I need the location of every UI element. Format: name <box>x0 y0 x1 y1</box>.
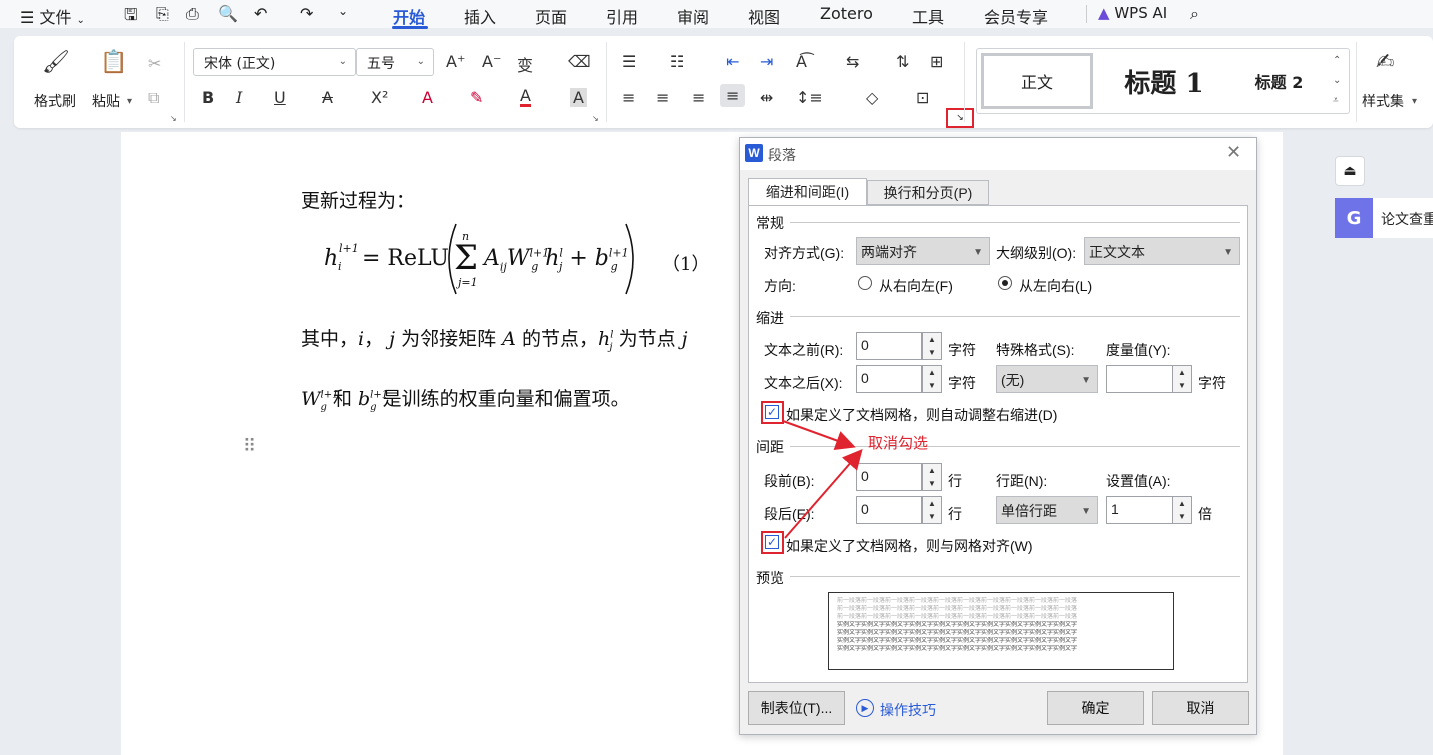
annotation-text: 取消勾选 <box>868 434 929 452</box>
arrow-from-checkbox <box>784 448 863 539</box>
arrow-to-text <box>782 420 856 450</box>
annotation-arrows <box>782 420 863 539</box>
